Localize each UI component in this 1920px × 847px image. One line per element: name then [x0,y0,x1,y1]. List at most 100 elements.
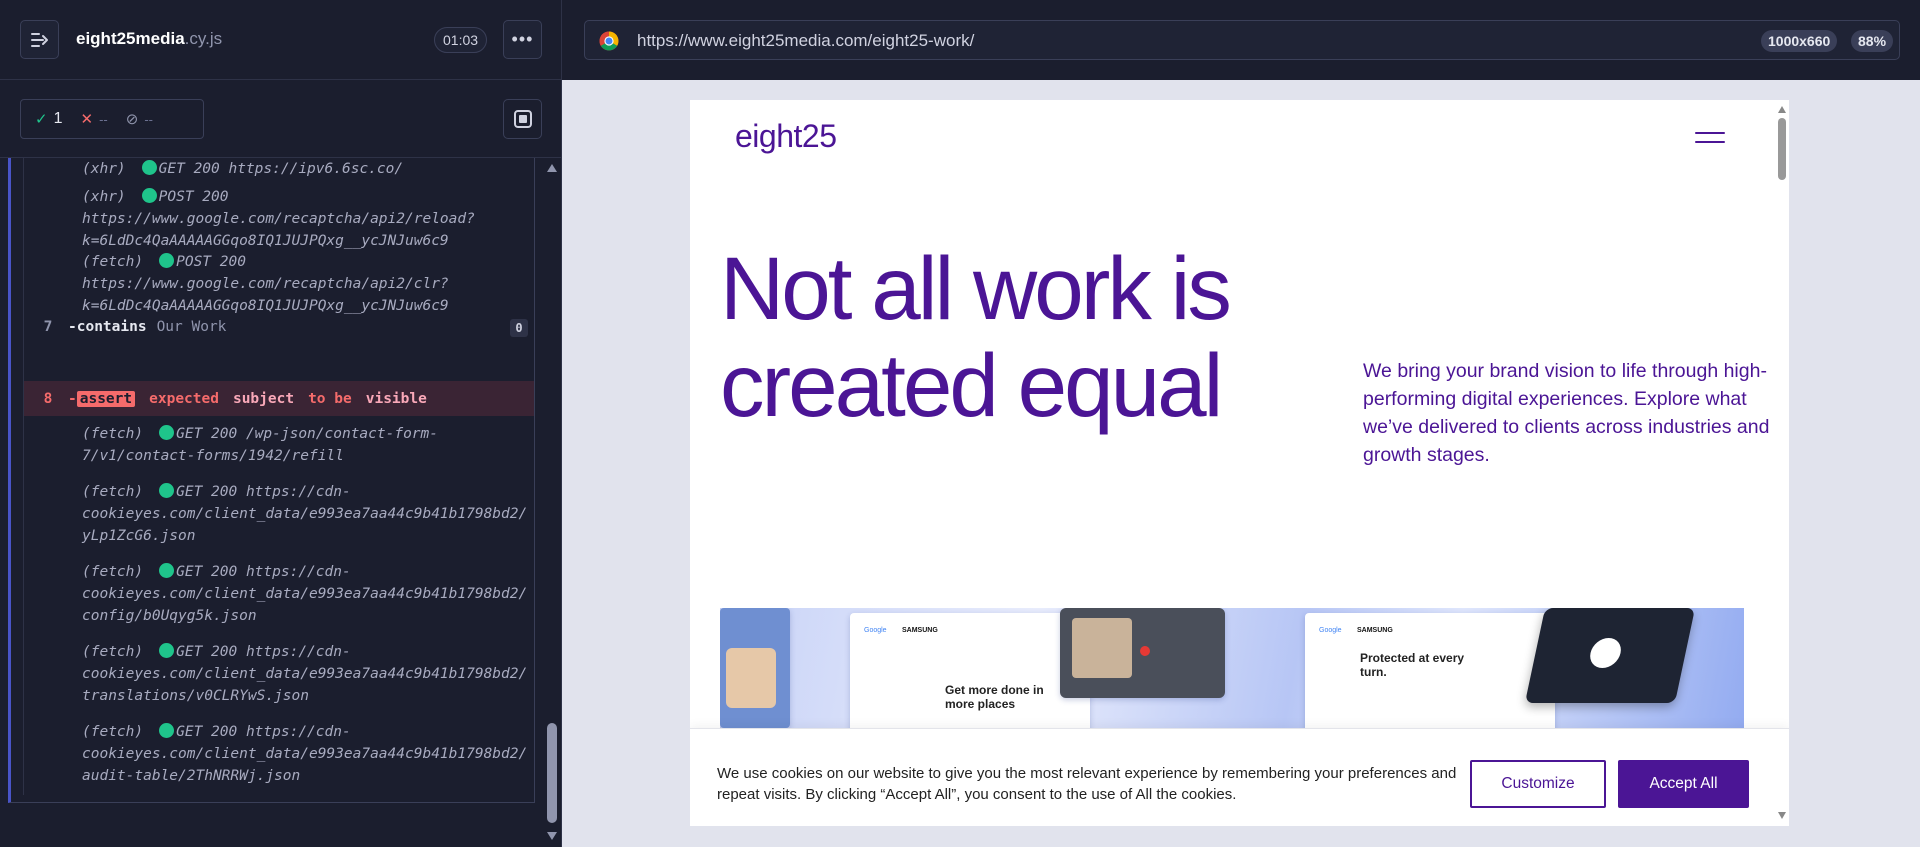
log-type: (fetch) [82,254,144,270]
hamburger-menu-icon[interactable] [1695,130,1725,146]
status-dot-icon [159,483,175,498]
google-photos-icon [1587,638,1624,668]
failed-stat[interactable]: ✕ -- [80,110,107,128]
status-dot-icon [141,160,157,175]
log-type: (xhr) [82,161,126,177]
log-text-cont: k=6LdDc4QaAAAAAGGqo8IQ1JUJPQxg__ycJNJuw6… [82,233,449,249]
url-bar[interactable]: https://www.eight25media.com/eight25-wor… [584,20,1900,60]
zoom-badge[interactable]: 88% [1851,30,1894,52]
card-brand: Google [864,627,887,634]
spec-name-text: eight25media [76,29,185,48]
log-entry[interactable]: (fetch) GET 200 https://cdn- cookieyes.co… [24,481,534,547]
assert-word: subject [232,390,295,407]
run-timer: 01:03 [434,27,488,53]
log-type: (xhr) [82,189,126,205]
log-text: GET 200 https://cdn- [176,644,351,660]
log-text-cont: audit-table/2ThNRRWj.json [82,768,301,784]
assert-word: to be [308,390,352,407]
command-log: (xhr) GET 200 https://ipv6.6sc.co/ (xhr) P… [8,158,535,803]
command-argument: Our Work [156,319,227,335]
log-text-cont: cookieyes.com/client_data/e993ea7aa44c9b… [82,506,528,522]
circle-slash-icon: ⊘ [125,111,139,128]
test-stats: ✓ 1 ✕ -- ⊘ -- [20,99,204,139]
card-brand: SAMSUNG [902,627,938,634]
collapse-sidebar-icon [30,32,48,47]
hero-headline: Not all work is created equal [720,240,1280,434]
app-under-test-panel: https://www.eight25media.com/eight25-wor… [562,0,1920,847]
log-text-cont: https://www.google.com/recaptcha/api2/re… [82,211,475,227]
foldable-phone-image [1060,608,1225,698]
log-text-cont: translations/v0CLRYwS.json [82,688,309,704]
log-text: GET 200 /wp-json/contact-form- [176,426,439,442]
log-text: GET 200 https://ipv6.6sc.co/ [158,161,404,177]
url-text: https://www.eight25media.com/eight25-wor… [637,31,975,50]
command-row-assert[interactable]: 8 - assert expected subject to be visibl… [24,381,534,416]
customize-button[interactable]: Customize [1470,760,1606,808]
log-text: POST 200 [158,189,229,205]
pending-count: -- [144,111,153,127]
log-text-cont: cookieyes.com/client_data/e993ea7aa44c9b… [82,666,528,682]
aut-header: https://www.eight25media.com/eight25-wor… [562,0,1920,80]
command-dash: - [68,319,77,335]
status-dot-icon [159,253,175,268]
failed-count: -- [99,111,108,127]
check-icon: ✓ [35,111,48,128]
log-entry[interactable]: (fetch) GET 200 https://cdn- cookieyes.co… [24,641,534,707]
card-brand: SAMSUNG [1357,627,1393,634]
command-row-contains[interactable]: 7 - contains Our Work 0 [24,311,534,343]
more-options-button[interactable]: ••• [503,20,542,59]
log-text: GET 200 https://cdn- [176,484,351,500]
toggle-specs-button[interactable] [20,20,59,59]
log-entry[interactable]: (fetch) GET 200 /wp-json/contact-form- 7/… [24,423,534,467]
log-entry[interactable]: (xhr) GET 200 https://ipv6.6sc.co/ [24,158,534,180]
viewport-scrollbar[interactable] [1775,100,1789,826]
log-type: (fetch) [82,644,144,660]
assert-word: expected [149,390,219,407]
log-entry[interactable]: (xhr) POST 200 https://www.google.com/rec… [24,186,534,252]
scrollbar-thumb[interactable] [1778,118,1786,180]
video-call-person [1072,618,1132,678]
cypress-runner: eight25media.cy.js 01:03 ••• ✓ 1 ✕ -- ⊘ … [0,0,1920,847]
scroll-down-icon[interactable] [1778,812,1786,819]
log-text-cont: cookieyes.com/client_data/e993ea7aa44c9b… [82,746,528,762]
assert-word: visible [365,390,427,407]
scroll-up-icon[interactable] [1778,106,1786,113]
command-number: 8 [43,390,53,407]
headline-line: created equal [720,335,1223,435]
card-title: Protected at every turn. [1360,651,1465,679]
passed-stat[interactable]: ✓ 1 [35,110,62,128]
site-logo[interactable]: eight25 [735,118,837,155]
log-entry[interactable]: (fetch) GET 200 https://cdn- cookieyes.co… [24,721,534,787]
scrollbar-thumb[interactable] [547,723,557,823]
log-entry[interactable]: (fetch) GET 200 https://cdn- cookieyes.co… [24,561,534,627]
viewport-size-badge[interactable]: 1000x660 [1761,30,1838,52]
stop-icon [513,110,532,128]
element-count-badge: 0 [510,319,528,337]
scroll-up-icon[interactable] [547,164,557,172]
status-dot-icon [159,563,175,578]
log-text-cont: yLp1ZcG6.json [82,528,196,544]
log-entry[interactable]: (fetch) POST 200 https://www.google.com/r… [24,251,534,317]
reporter-scrollbar[interactable] [546,160,558,845]
phone-image [1524,608,1696,703]
log-type: (fetch) [82,484,144,500]
card-brand: Google [1319,627,1342,634]
log-text-cont: config/b0Uqyg5k.json [82,608,257,624]
scroll-down-icon[interactable] [547,832,557,840]
pending-stat[interactable]: ⊘ -- [126,110,153,128]
log-type: (fetch) [82,724,144,740]
command-name: contains [76,319,147,335]
status-dot-icon [141,188,157,203]
x-icon: ✕ [80,111,94,128]
headline-line: Not all work is [720,238,1232,338]
assert-tag: assert [76,390,136,407]
stop-button[interactable] [503,99,542,139]
log-text: POST 200 [176,254,246,270]
command-log-list: (xhr) GET 200 https://ipv6.6sc.co/ (xhr) P… [23,158,534,795]
log-text: GET 200 https://cdn- [176,564,351,580]
accept-all-button[interactable]: Accept All [1618,760,1749,808]
spec-extension: .cy.js [184,29,223,48]
tablet-image [720,608,790,728]
end-call-icon [1140,646,1150,656]
illustration-shape [726,648,776,708]
